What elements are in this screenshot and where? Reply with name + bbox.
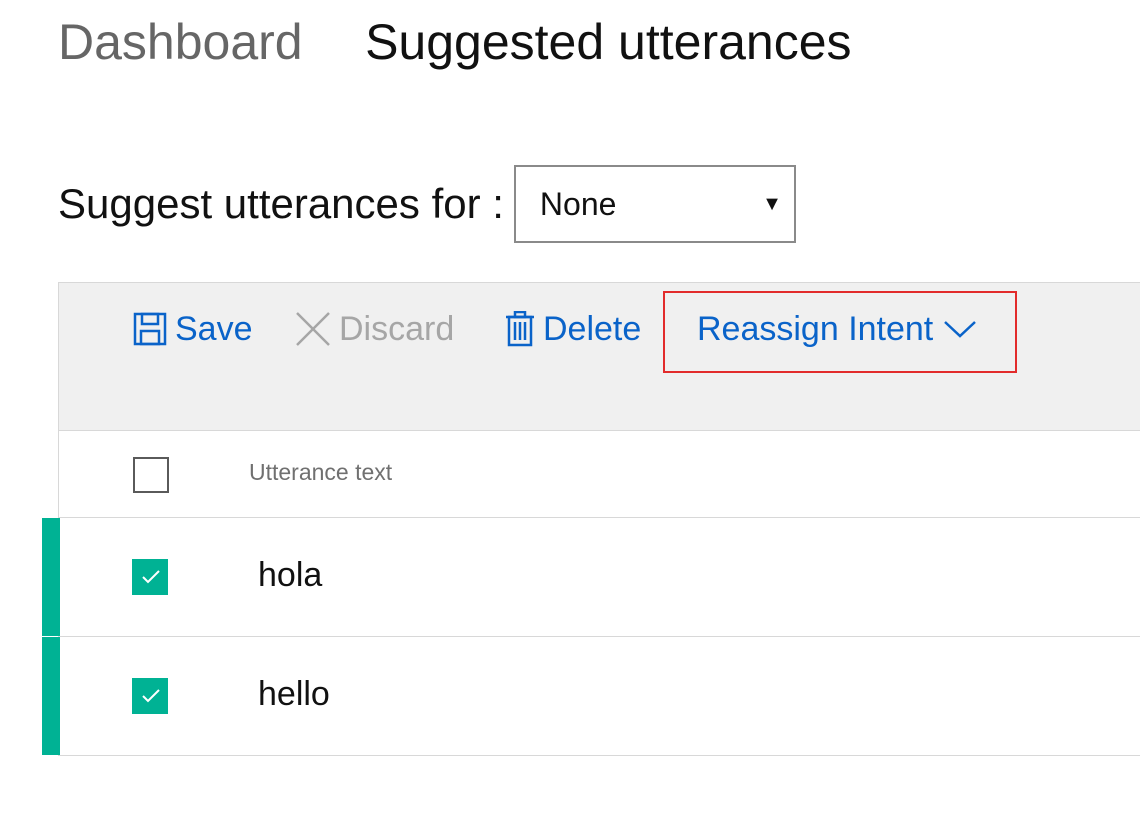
save-label: Save — [175, 309, 253, 348]
command-bar: Save Discard Delete Reassign Intent — [58, 282, 1140, 430]
table-row[interactable]: hello — [42, 637, 1140, 756]
utterance-text: hello — [258, 675, 330, 713]
reassign-intent-label: Reassign Intent — [697, 309, 934, 348]
row-selected-indicator — [42, 637, 60, 755]
row-checkbox[interactable] — [132, 559, 168, 595]
breadcrumb-dashboard-link[interactable]: Dashboard — [58, 10, 303, 74]
suggest-label: Suggest utterances for : — [58, 180, 504, 227]
delete-button[interactable]: Delete — [505, 307, 641, 351]
delete-label: Delete — [543, 309, 642, 348]
breadcrumb: Dashboard Suggested utterances — [58, 10, 852, 74]
save-icon — [133, 312, 167, 346]
suggest-filter: Suggest utterances for : None ▼ — [58, 164, 796, 244]
grid-header: Utterance text — [58, 430, 1140, 518]
utterance-grid: Utterance text hola hello — [42, 430, 1140, 756]
close-icon — [295, 311, 331, 347]
reassign-intent-button[interactable]: Reassign Intent — [697, 307, 977, 351]
page-title: Suggested utterances — [365, 14, 852, 70]
select-all-checkbox[interactable] — [133, 457, 169, 493]
column-header-utterance-text: Utterance text — [249, 459, 393, 485]
caret-down-icon: ▼ — [762, 192, 782, 215]
chevron-down-icon — [943, 319, 977, 339]
discard-button[interactable]: Discard — [295, 307, 454, 351]
table-row[interactable]: hola — [42, 518, 1140, 637]
checkmark-icon — [142, 689, 160, 703]
discard-label: Discard — [339, 309, 455, 348]
intent-select[interactable]: None ▼ — [513, 165, 796, 243]
row-checkbox[interactable] — [132, 678, 168, 714]
trash-icon — [505, 311, 535, 347]
checkmark-icon — [142, 570, 160, 584]
save-button[interactable]: Save — [133, 307, 253, 351]
utterance-text: hola — [258, 556, 323, 594]
intent-select-value: None — [539, 185, 617, 222]
row-selected-indicator — [42, 518, 60, 636]
